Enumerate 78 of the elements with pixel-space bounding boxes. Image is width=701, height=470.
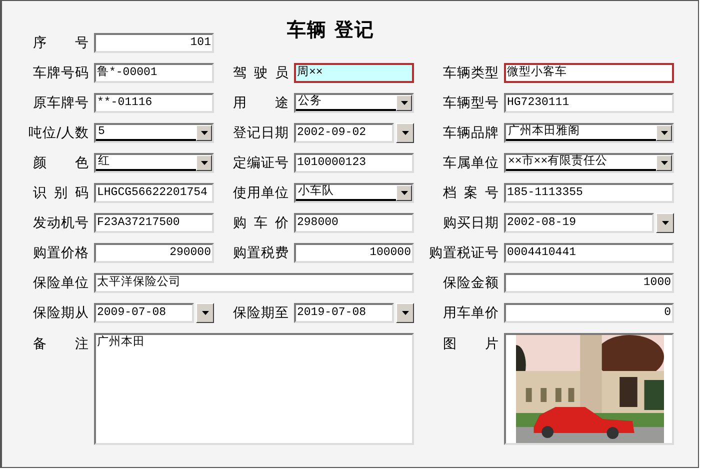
field-label: 车牌号码 bbox=[33, 64, 89, 82]
dropdown-button[interactable] bbox=[396, 185, 412, 201]
number-field[interactable]: 290000 bbox=[94, 243, 214, 263]
date-field[interactable]: 2009-07-08 bbox=[94, 303, 194, 323]
field-label: 车辆型号 bbox=[443, 94, 499, 112]
field-label: 颜色 bbox=[33, 154, 89, 172]
caret-icon bbox=[660, 131, 668, 135]
field-label: 序号 bbox=[33, 34, 89, 52]
memo-field[interactable]: 广州本田 bbox=[94, 333, 414, 445]
field-label: 保险期至 bbox=[233, 304, 289, 322]
date-field[interactable]: 2002-08-19 bbox=[504, 213, 654, 233]
dropdown-field[interactable]: 小车队 bbox=[294, 183, 414, 203]
dropdown-button[interactable] bbox=[656, 213, 674, 233]
field-label: 车属单位 bbox=[443, 154, 499, 172]
text-field[interactable]: 0004410441 bbox=[504, 243, 674, 263]
date-field[interactable]: 2002-09-02 bbox=[294, 123, 394, 143]
field-label: 档案号 bbox=[443, 184, 499, 202]
number-field[interactable]: 101 bbox=[94, 33, 214, 53]
text-field[interactable]: **-01116 bbox=[94, 93, 214, 113]
text-field[interactable]: 鲁*-00001 bbox=[94, 63, 214, 83]
field-label: 发动机号 bbox=[33, 214, 89, 232]
number-field[interactable]: 100000 bbox=[294, 243, 414, 263]
text-field[interactable]: 1010000123 bbox=[294, 153, 414, 173]
field-label: 购车价 bbox=[233, 214, 289, 232]
dropdown-button[interactable] bbox=[656, 125, 672, 141]
dropdown-button[interactable] bbox=[396, 303, 414, 323]
text-field[interactable]: 周×× bbox=[294, 63, 414, 83]
field-label: 用车单价 bbox=[443, 304, 499, 322]
field-label: 车辆类型 bbox=[443, 64, 499, 82]
date-field[interactable]: 2019-07-08 bbox=[294, 303, 394, 323]
text-field[interactable]: HG7230111 bbox=[504, 93, 674, 113]
field-label: 购置税证号 bbox=[429, 244, 499, 262]
caret-icon bbox=[200, 131, 208, 135]
caret-icon bbox=[202, 311, 208, 315]
field-label: 车辆品牌 bbox=[443, 124, 499, 142]
field-label: 购置税费 bbox=[233, 244, 289, 262]
field-label: 登记日期 bbox=[233, 124, 289, 142]
dropdown-field[interactable]: ××市××有限责任公 bbox=[504, 153, 674, 173]
field-label: 备注 bbox=[33, 335, 89, 353]
dropdown-field[interactable]: 广州本田雅阁 bbox=[504, 123, 674, 143]
dropdown-button[interactable] bbox=[196, 125, 212, 141]
form-title: 车辆 登记 bbox=[287, 18, 375, 43]
number-field[interactable]: 0 bbox=[504, 303, 674, 323]
text-field[interactable]: 太平洋保险公司 bbox=[94, 273, 414, 293]
field-label: 使用单位 bbox=[233, 184, 289, 202]
field-label: 购买日期 bbox=[443, 214, 499, 232]
text-field[interactable]: 185-1113355 bbox=[504, 183, 674, 203]
field-label: 保险期从 bbox=[33, 304, 89, 322]
text-field[interactable]: F23A37217500 bbox=[94, 213, 214, 233]
dropdown-button[interactable] bbox=[396, 95, 412, 111]
caret-icon bbox=[662, 221, 668, 225]
caret-icon bbox=[660, 161, 668, 165]
caret-icon bbox=[400, 101, 408, 105]
dropdown-button[interactable] bbox=[196, 155, 212, 171]
caret-icon bbox=[400, 191, 408, 195]
field-label: 原车牌号 bbox=[33, 94, 89, 112]
caret-icon bbox=[402, 131, 408, 135]
field-label: 识别码 bbox=[33, 184, 89, 202]
field-label: 购置价格 bbox=[33, 244, 89, 262]
dropdown-button[interactable] bbox=[196, 303, 214, 323]
field-label: 用途 bbox=[233, 94, 289, 112]
dropdown-button[interactable] bbox=[396, 123, 414, 143]
field-label: 保险单位 bbox=[33, 274, 89, 292]
number-field[interactable]: 1000 bbox=[504, 273, 674, 293]
text-field[interactable]: 298000 bbox=[294, 213, 414, 233]
text-field[interactable]: 微型小客车 bbox=[504, 63, 674, 83]
dropdown-field[interactable]: 5 bbox=[94, 123, 214, 143]
caret-icon bbox=[200, 161, 208, 165]
dropdown-field[interactable]: 公务 bbox=[294, 93, 414, 113]
field-label: 驾驶员 bbox=[233, 64, 289, 82]
text-field[interactable]: LHGCG56622201754 bbox=[94, 183, 214, 203]
dropdown-field[interactable]: 红 bbox=[94, 153, 214, 173]
field-label: 定编证号 bbox=[233, 154, 289, 172]
field-label: 保险金额 bbox=[443, 274, 499, 292]
dropdown-button[interactable] bbox=[656, 155, 672, 171]
field-label: 吨位/人数 bbox=[28, 124, 89, 142]
caret-icon bbox=[402, 311, 408, 315]
field-label: 图片 bbox=[443, 335, 499, 353]
